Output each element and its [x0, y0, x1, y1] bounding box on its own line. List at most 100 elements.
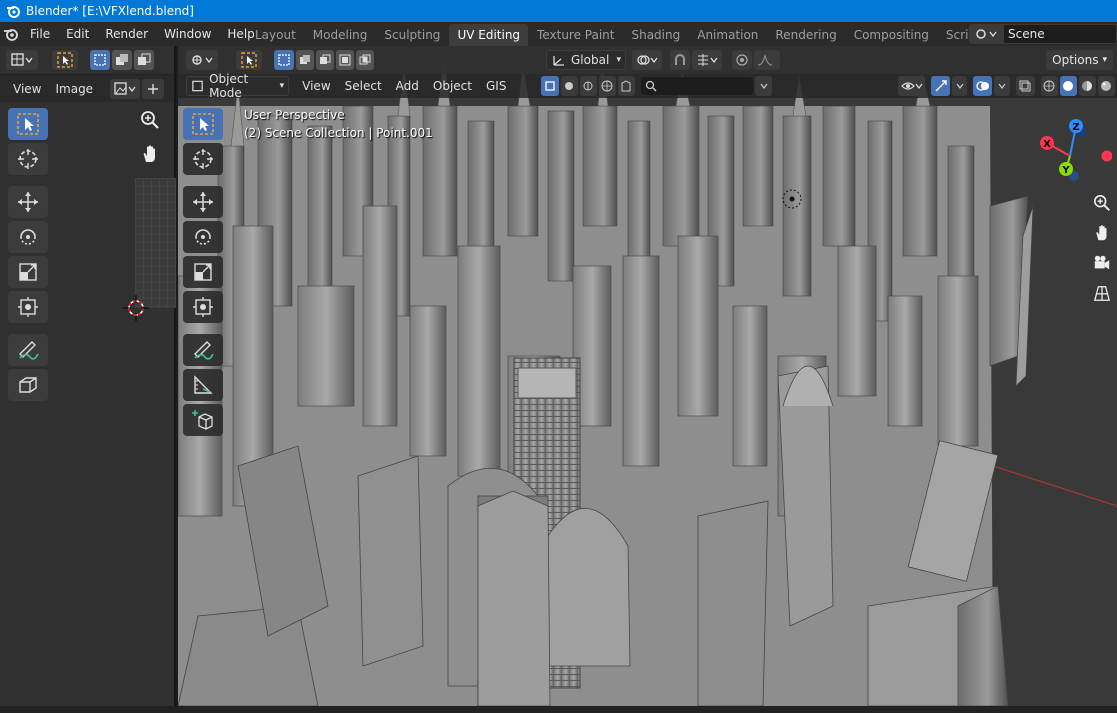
uv-navigation-gizmo: [136, 106, 164, 174]
zoom-icon[interactable]: [136, 106, 164, 134]
xray-toggle-icon[interactable]: [1015, 76, 1035, 96]
snap-target-icon[interactable]: [692, 50, 722, 70]
scene-name-field[interactable]: Scene: [1003, 24, 1117, 44]
vp-menu-add[interactable]: Add: [389, 76, 426, 96]
transform-orientation-dropdown[interactable]: Global ▾: [546, 50, 626, 70]
pivot-point-icon[interactable]: [632, 50, 662, 70]
gizmo-z-axis[interactable]: Z: [1069, 119, 1083, 133]
viewport-search-input[interactable]: [641, 77, 754, 95]
uv-scale-tool[interactable]: [8, 256, 48, 288]
tab-texture-paint[interactable]: Texture Paint: [529, 24, 622, 46]
vp-select-tool[interactable]: [183, 108, 223, 140]
navigation-axis-gizmo[interactable]: X Y Z: [1032, 114, 1112, 194]
tab-sculpting[interactable]: Sculpting: [376, 24, 448, 46]
menu-edit[interactable]: Edit: [58, 23, 97, 45]
tab-shading[interactable]: Shading: [623, 24, 688, 46]
tab-modeling[interactable]: Modeling: [305, 24, 376, 46]
gizmo-toggle-icon[interactable]: [931, 76, 951, 96]
filter-light-icon[interactable]: [579, 76, 597, 96]
uv-cursor-tool[interactable]: [8, 143, 48, 175]
uv-transform-tool[interactable]: [8, 291, 48, 323]
gizmo-x-axis[interactable]: X: [1040, 136, 1054, 150]
select-mode-subtract-icon[interactable]: [134, 50, 154, 70]
vp-select-subtract-icon[interactable]: [316, 50, 334, 70]
camera-view-icon[interactable]: [1089, 250, 1115, 276]
visibility-icon[interactable]: [898, 76, 926, 96]
select-box-tool-icon[interactable]: [52, 50, 78, 70]
vp-select-extend-icon[interactable]: [296, 50, 314, 70]
filter-scene-icon[interactable]: [617, 76, 636, 96]
overlays-dropdown-icon[interactable]: [994, 76, 1010, 96]
menu-file[interactable]: File: [22, 23, 58, 45]
uv-rip-tool[interactable]: [8, 369, 48, 401]
viewport-editor-type-icon[interactable]: [186, 50, 218, 70]
vp-add-cube-tool[interactable]: [183, 404, 223, 436]
vp-move-tool[interactable]: [183, 186, 223, 218]
gizmo-y-axis[interactable]: Y: [1059, 162, 1073, 176]
options-label: Options: [1052, 53, 1099, 67]
viewport-menu-header: Object Mode ▾ View Select Add Object GIS: [178, 72, 1117, 100]
filter-mesh-icon[interactable]: [541, 76, 559, 96]
new-image-icon[interactable]: [142, 78, 165, 99]
blender-menu-icon[interactable]: [0, 23, 22, 45]
tab-uv-editing[interactable]: UV Editing: [449, 24, 529, 46]
vp-rotate-tool[interactable]: [183, 221, 223, 253]
uv-rotate-tool[interactable]: [8, 221, 48, 253]
editor-type-icon[interactable]: [6, 50, 38, 70]
scene-selector[interactable]: Scene: [969, 23, 1117, 45]
pan-hand-icon[interactable]: [136, 140, 164, 168]
uv-move-tool[interactable]: [8, 186, 48, 218]
scene-browse-icon[interactable]: [969, 24, 1003, 44]
select-mode-new-icon[interactable]: [90, 50, 110, 70]
interaction-mode-dropdown[interactable]: Object Mode ▾: [186, 72, 290, 100]
menu-window[interactable]: Window: [156, 23, 219, 45]
svg-text:Y: Y: [1061, 165, 1070, 176]
vp-annotate-tool[interactable]: [183, 334, 223, 366]
tab-animation[interactable]: Animation: [689, 24, 766, 46]
proportional-edit-icon[interactable]: [732, 50, 752, 70]
filter-world-icon[interactable]: [598, 76, 616, 96]
shading-material-icon[interactable]: [1078, 76, 1096, 96]
vp-zoom-icon[interactable]: [1089, 190, 1115, 216]
uv-menu-image[interactable]: Image: [48, 79, 100, 99]
filter-curve-icon[interactable]: [560, 76, 578, 96]
uv-select-tool[interactable]: [8, 108, 48, 140]
3d-viewport[interactable]: Global ▾ Options ▾ Object Mode ▾ View Se…: [178, 46, 1117, 706]
snap-toggle-icon[interactable]: [670, 50, 690, 70]
gizmo-dropdown-icon[interactable]: [952, 76, 968, 96]
viewport-select-tool-icon[interactable]: [236, 50, 262, 70]
uv-annotate-tool[interactable]: [8, 334, 48, 366]
search-options-icon[interactable]: [755, 76, 773, 96]
vp-scale-tool[interactable]: [183, 256, 223, 288]
vp-menu-gis[interactable]: GIS: [479, 76, 513, 96]
vp-select-intersect-icon[interactable]: [356, 50, 374, 70]
vp-select-new-icon[interactable]: [274, 50, 294, 70]
tab-compositing[interactable]: Compositing: [846, 24, 937, 46]
viewport-toolbar: [183, 108, 225, 439]
vp-pan-hand-icon[interactable]: [1089, 220, 1115, 246]
top-bar: File Edit Render Window Help Layout Mode…: [0, 22, 1117, 46]
viewport-navigation-buttons: [1089, 190, 1115, 310]
vp-transform-tool[interactable]: [183, 291, 223, 323]
2d-cursor-icon[interactable]: [123, 295, 149, 321]
vp-select-invert-icon[interactable]: [336, 50, 354, 70]
uv-editor-area[interactable]: View Image: [0, 46, 176, 706]
shading-solid-icon[interactable]: [1059, 76, 1077, 96]
menu-render[interactable]: Render: [97, 23, 156, 45]
perspective-toggle-icon[interactable]: [1089, 280, 1115, 306]
vp-menu-view[interactable]: View: [295, 76, 337, 96]
vp-cursor-tool[interactable]: [183, 143, 223, 175]
shading-wireframe-icon[interactable]: [1040, 76, 1058, 96]
shading-rendered-icon[interactable]: [1097, 76, 1115, 96]
options-dropdown[interactable]: Options ▾: [1046, 50, 1113, 70]
vp-measure-tool[interactable]: [183, 369, 223, 401]
image-browse-icon[interactable]: [110, 78, 141, 99]
tab-rendering[interactable]: Rendering: [767, 24, 844, 46]
overlays-toggle-icon[interactable]: [973, 76, 993, 96]
vp-menu-select[interactable]: Select: [338, 76, 389, 96]
falloff-icon[interactable]: [754, 50, 780, 70]
tab-layout[interactable]: Layout: [247, 24, 304, 46]
uv-menu-view[interactable]: View: [6, 79, 48, 99]
select-mode-extend-icon[interactable]: [112, 50, 132, 70]
vp-menu-object[interactable]: Object: [426, 76, 479, 96]
